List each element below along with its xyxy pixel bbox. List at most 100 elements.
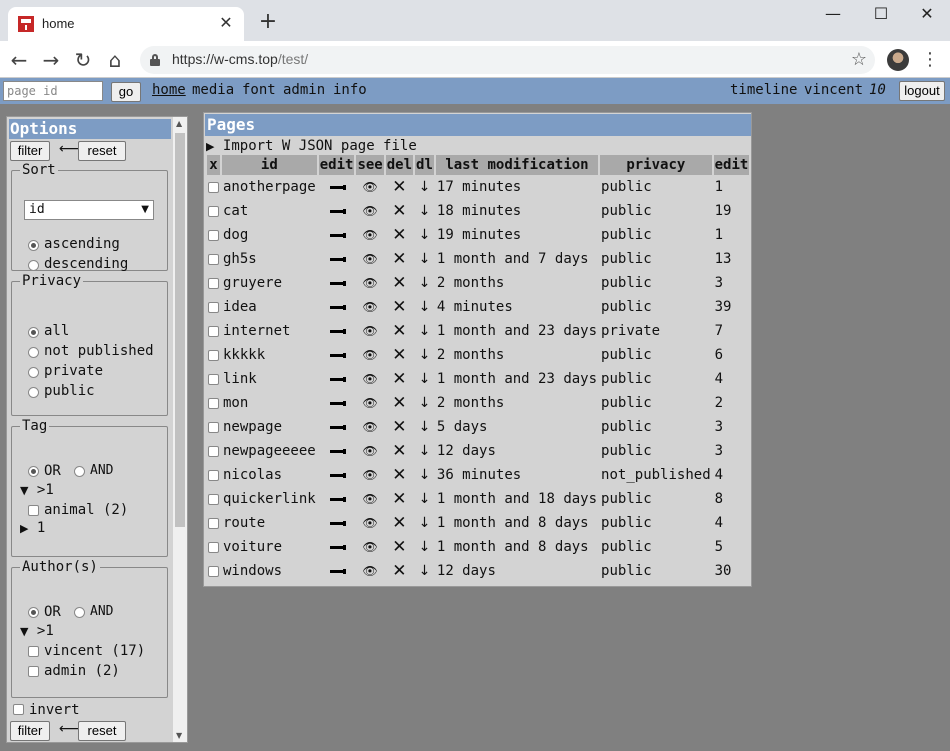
pencil-icon[interactable] [329, 304, 346, 310]
tag-or-radio[interactable] [28, 466, 39, 477]
back-icon[interactable]: ← [6, 47, 32, 73]
see-link[interactable]: 👁 [356, 487, 383, 511]
delete-icon[interactable]: ✕ [392, 369, 406, 389]
delete-link[interactable]: ✕ [386, 559, 413, 583]
scroll-down-icon[interactable]: ▼ [176, 731, 182, 740]
maximize-icon[interactable]: ☐ [858, 2, 904, 26]
nav-media[interactable]: media [192, 82, 234, 98]
privacy-all-radio[interactable] [28, 327, 39, 338]
tag-animal-checkbox[interactable] [28, 505, 39, 516]
edit-link[interactable] [319, 271, 355, 295]
row-checkbox[interactable] [208, 325, 219, 337]
filter-button[interactable]: filter [10, 141, 50, 161]
delete-link[interactable]: ✕ [386, 415, 413, 439]
delete-icon[interactable]: ✕ [392, 417, 406, 437]
col-last-modification[interactable]: last modification [435, 155, 599, 175]
delete-link[interactable]: ✕ [386, 247, 413, 271]
see-link[interactable]: 👁 [356, 463, 383, 487]
download-link[interactable]: ↓ [415, 319, 434, 343]
row-checkbox[interactable] [208, 373, 219, 385]
nav-timeline[interactable]: timeline [730, 82, 797, 98]
nav-info[interactable]: info [333, 82, 367, 98]
pencil-icon[interactable] [329, 352, 346, 358]
scroll-up-icon[interactable]: ▲ [176, 119, 182, 128]
download-icon[interactable]: ↓ [419, 179, 431, 195]
download-icon[interactable]: ↓ [419, 299, 431, 315]
col-select[interactable]: x [207, 155, 220, 175]
row-checkbox[interactable] [208, 397, 219, 409]
eye-icon[interactable]: 👁 [362, 204, 377, 218]
privacy-private-radio[interactable] [28, 367, 39, 378]
edit-link[interactable] [319, 319, 355, 343]
pencil-icon[interactable] [329, 448, 346, 454]
edit-link[interactable] [319, 199, 355, 223]
see-link[interactable]: 👁 [356, 223, 383, 247]
row-checkbox[interactable] [208, 541, 219, 553]
pencil-icon[interactable] [329, 280, 346, 286]
download-link[interactable]: ↓ [415, 199, 434, 223]
eye-icon[interactable]: 👁 [362, 372, 377, 386]
author-vincent-checkbox[interactable] [28, 646, 39, 657]
sort-ascending-radio[interactable] [28, 240, 39, 251]
edit-link[interactable] [319, 535, 355, 559]
row-checkbox[interactable] [208, 277, 219, 289]
eye-icon[interactable]: 👁 [362, 348, 377, 362]
eye-icon[interactable]: 👁 [362, 396, 377, 410]
edit-link[interactable] [319, 559, 355, 583]
delete-icon[interactable]: ✕ [392, 249, 406, 269]
col-edit-count[interactable]: edit [713, 155, 750, 175]
delete-link[interactable]: ✕ [386, 199, 413, 223]
authors-or-radio[interactable] [28, 607, 39, 618]
download-link[interactable]: ↓ [415, 295, 434, 319]
tab-close-icon[interactable]: ✕ [216, 13, 236, 33]
see-link[interactable]: 👁 [356, 511, 383, 535]
delete-link[interactable]: ✕ [386, 343, 413, 367]
row-checkbox[interactable] [208, 517, 219, 529]
delete-link[interactable]: ✕ [386, 319, 413, 343]
eye-icon[interactable]: 👁 [362, 300, 377, 314]
row-checkbox[interactable] [208, 469, 219, 481]
sort-select[interactable]: id ▼ [24, 200, 154, 220]
edit-link[interactable] [319, 367, 355, 391]
delete-link[interactable]: ✕ [386, 175, 413, 199]
browser-menu-icon[interactable]: ⋮ [920, 47, 940, 73]
pencil-icon[interactable] [329, 376, 346, 382]
delete-icon[interactable]: ✕ [392, 489, 406, 509]
see-link[interactable]: 👁 [356, 319, 383, 343]
delete-icon[interactable]: ✕ [392, 297, 406, 317]
download-icon[interactable]: ↓ [419, 491, 431, 507]
download-link[interactable]: ↓ [415, 463, 434, 487]
delete-link[interactable]: ✕ [386, 391, 413, 415]
browser-tab[interactable]: home ✕ [8, 7, 244, 41]
col-privacy[interactable]: privacy [600, 155, 712, 175]
scroll-thumb[interactable] [175, 133, 185, 527]
pencil-icon[interactable] [329, 208, 346, 214]
edit-link[interactable] [319, 439, 355, 463]
nav-admin[interactable]: admin [283, 82, 325, 98]
download-link[interactable]: ↓ [415, 247, 434, 271]
reset-button[interactable]: reset [78, 141, 126, 161]
edit-link[interactable] [319, 415, 355, 439]
privacy-public-radio[interactable] [28, 387, 39, 398]
tag-group-closed[interactable]: ▶ 1 [20, 520, 45, 536]
edit-link[interactable] [319, 463, 355, 487]
pencil-icon[interactable] [329, 256, 346, 262]
delete-icon[interactable]: ✕ [392, 441, 406, 461]
logout-button[interactable]: logout [899, 81, 945, 101]
pencil-icon[interactable] [329, 328, 346, 334]
edit-link[interactable] [319, 487, 355, 511]
window-close-icon[interactable]: ✕ [904, 2, 950, 26]
download-link[interactable]: ↓ [415, 391, 434, 415]
see-link[interactable]: 👁 [356, 199, 383, 223]
eye-icon[interactable]: 👁 [362, 444, 377, 458]
authors-group-open[interactable]: ▼ >1 [20, 623, 54, 639]
download-link[interactable]: ↓ [415, 367, 434, 391]
pencil-icon[interactable] [329, 424, 346, 430]
pencil-icon[interactable] [329, 520, 346, 526]
see-link[interactable]: 👁 [356, 271, 383, 295]
tag-and-radio[interactable] [74, 466, 85, 477]
edit-link[interactable] [319, 175, 355, 199]
pencil-icon[interactable] [329, 544, 346, 550]
eye-icon[interactable]: 👁 [362, 228, 377, 242]
eye-icon[interactable]: 👁 [362, 492, 377, 506]
